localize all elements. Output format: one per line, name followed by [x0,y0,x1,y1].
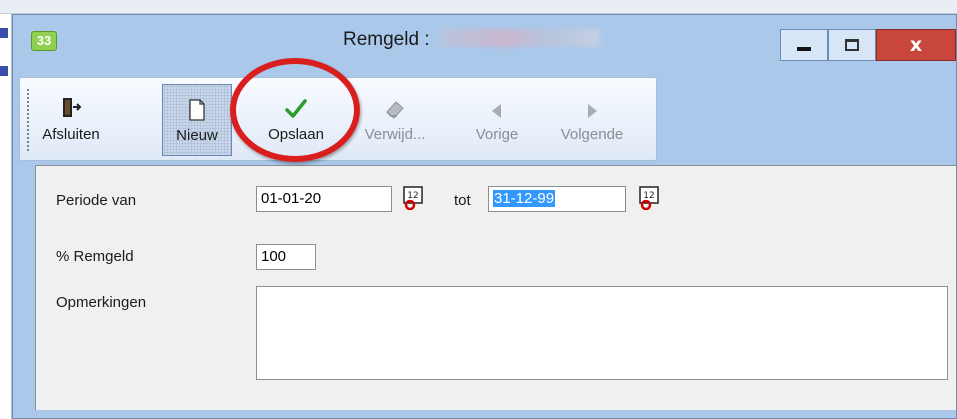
minimize-button[interactable] [780,29,828,61]
maximize-icon [845,39,859,51]
volgende-label: Volgende [560,126,624,143]
minimize-icon [797,47,811,51]
tot-label: tot [454,192,471,209]
background-window-edge [0,14,12,419]
verwijderen-label: Verwijd... [364,126,426,143]
toolbar-grip[interactable] [26,88,30,152]
calendar-picker-icon[interactable]: 12 [638,186,660,210]
background-window-toolbar [0,0,957,14]
app-icon: 33 [31,31,57,51]
remgeld-input[interactable]: 100 [256,244,316,270]
nieuw-button[interactable]: Nieuw [162,84,232,156]
background-marker [0,28,8,38]
svg-text:12: 12 [407,191,418,201]
nieuw-label: Nieuw [176,127,218,144]
remgeld-dialog: 33 Remgeld : x Afsluiten Nieuw Opslaan V… [12,14,957,419]
opmerkingen-label: Opmerkingen [56,294,147,311]
periode-van-label: Periode van [56,192,137,209]
svg-text:12: 12 [643,191,654,201]
close-button[interactable]: x [876,29,956,61]
periode-van-input[interactable]: 01-01-20 [256,186,392,212]
maximize-button[interactable] [828,29,876,61]
arrow-left-icon [489,90,505,120]
background-marker [0,66,8,76]
window-title-text: Remgeld : [343,29,430,50]
new-document-icon [188,91,206,121]
opmerkingen-textarea[interactable] [256,286,948,380]
window-title: Remgeld : [343,29,600,55]
highlight-circle-annotation [230,58,360,162]
arrow-right-icon [584,90,600,120]
afsluiten-button[interactable]: Afsluiten [34,84,108,156]
vorige-label: Vorige [475,126,519,143]
remgeld-form: Periode van 01-01-20 12 tot 31-12-99 12 … [35,165,956,410]
blurred-title-redaction [439,29,600,47]
close-icon: x [909,34,923,56]
title-bar[interactable]: 33 Remgeld : x [13,15,956,79]
afsluiten-label: Afsluiten [42,126,100,143]
calendar-picker-icon[interactable]: 12 [402,186,424,210]
volgende-button[interactable]: Volgende [548,84,636,156]
periode-tot-selected-text: 31-12-99 [493,190,556,207]
vorige-button[interactable]: Vorige [464,84,530,156]
exit-door-icon [60,90,82,120]
remgeld-label: % Remgeld [56,248,134,265]
verwijderen-button[interactable]: Verwijd... [356,84,434,156]
eraser-icon [383,90,407,120]
periode-tot-input[interactable]: 31-12-99 [488,186,626,212]
